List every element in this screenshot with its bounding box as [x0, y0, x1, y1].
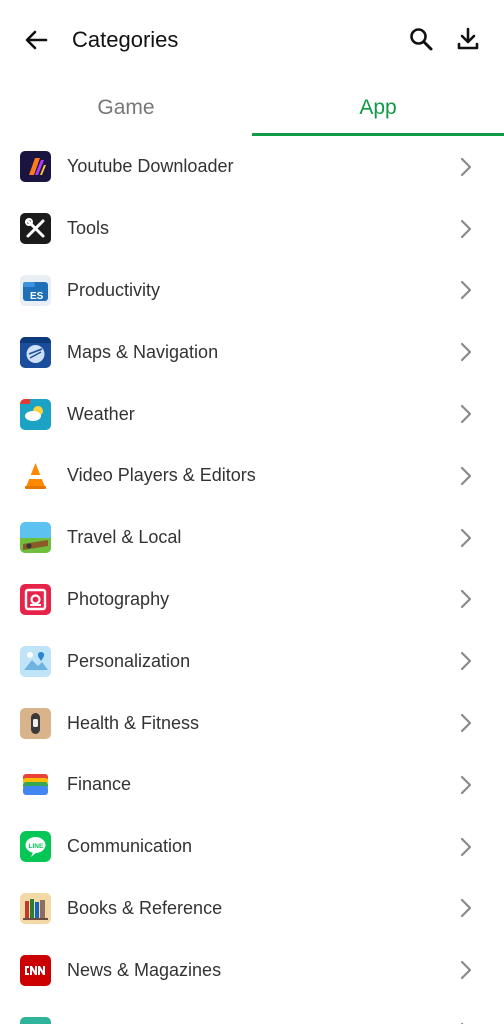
news-magazines-app-icon — [20, 954, 51, 986]
page-title: Categories — [72, 27, 179, 52]
back-arrow-icon[interactable] — [22, 26, 50, 54]
personalization-app-icon — [20, 645, 51, 677]
category-label: Video Players & Editors — [67, 465, 256, 486]
chevron-right-icon — [458, 403, 474, 425]
category-row-productivity[interactable]: ES Productivity — [0, 260, 504, 322]
category-label: Maps & Navigation — [67, 341, 219, 362]
category-row-finance[interactable]: Finance — [0, 754, 504, 816]
category-tabs: Game App — [0, 80, 504, 136]
category-label: Weather — [67, 403, 135, 424]
photography-app-icon — [20, 583, 51, 615]
youtube-downloader-app-icon — [20, 151, 51, 183]
category-row-health-fitness[interactable]: Health & Fitness — [0, 692, 504, 754]
category-label: Finance — [67, 774, 132, 795]
download-icon[interactable] — [454, 25, 482, 53]
chevron-right-icon — [458, 774, 474, 796]
category-label: Books & Reference — [67, 897, 223, 918]
chevron-right-icon — [458, 218, 474, 240]
category-row-personalization[interactable]: Personalization — [0, 630, 504, 692]
category-label: Health & Fitness — [67, 712, 200, 733]
video-players-app-icon — [20, 460, 51, 492]
category-label: Productivity — [67, 279, 161, 300]
tab-app[interactable]: App — [252, 80, 504, 136]
chevron-right-icon — [458, 156, 474, 178]
partial-app-icon — [20, 1016, 51, 1024]
tab-game[interactable]: Game — [0, 80, 252, 136]
productivity-app-icon: ES — [20, 274, 51, 306]
svg-text:ES: ES — [30, 291, 44, 302]
chevron-right-icon — [458, 341, 474, 363]
chevron-right-icon — [458, 588, 474, 610]
category-row-weather[interactable]: Weather — [0, 383, 504, 445]
chevron-right-icon — [458, 650, 474, 672]
category-label: Photography — [67, 588, 170, 609]
travel-local-app-icon — [20, 522, 51, 554]
category-label: News & Magazines — [67, 959, 222, 980]
category-row-travel-local[interactable]: Travel & Local — [0, 507, 504, 569]
chevron-right-icon — [458, 465, 474, 487]
category-row-partial[interactable] — [0, 1001, 504, 1024]
category-row-video-players-editors[interactable]: Video Players & Editors — [0, 445, 504, 507]
category-label: Personalization — [67, 650, 191, 671]
category-row-tools[interactable]: Tools — [0, 198, 504, 260]
app-header: Categories — [0, 0, 504, 80]
chevron-right-icon — [458, 959, 474, 981]
chevron-right-icon — [458, 712, 474, 734]
category-row-maps-navigation[interactable]: Maps & Navigation — [0, 321, 504, 383]
communication-app-icon: LINE — [20, 831, 51, 863]
category-label: Tools — [67, 218, 110, 239]
chevron-right-icon — [458, 897, 474, 919]
category-row-news-magazines[interactable]: News & Magazines — [0, 939, 504, 1001]
category-row-books-reference[interactable]: Books & Reference — [0, 878, 504, 940]
chevron-right-icon — [458, 527, 474, 549]
svg-text:LINE: LINE — [29, 843, 44, 850]
category-label: Travel & Local — [67, 527, 182, 548]
category-row-photography[interactable]: Photography — [0, 569, 504, 631]
maps-navigation-app-icon — [20, 336, 51, 368]
tools-app-icon — [20, 213, 51, 245]
weather-app-icon — [20, 398, 51, 430]
category-label: Communication — [67, 836, 193, 857]
health-fitness-app-icon — [20, 707, 51, 739]
chevron-right-icon — [458, 836, 474, 858]
category-row-youtube-downloader[interactable]: Youtube Downloader — [0, 136, 504, 198]
finance-app-icon — [20, 769, 51, 801]
category-row-communication[interactable]: LINE Communication — [0, 816, 504, 878]
search-icon[interactable] — [407, 25, 435, 53]
chevron-right-icon — [458, 279, 474, 301]
category-label: Youtube Downloader — [67, 156, 234, 177]
books-reference-app-icon — [20, 892, 51, 924]
category-list: Youtube Downloader Tools ES Productivity… — [0, 136, 504, 1024]
